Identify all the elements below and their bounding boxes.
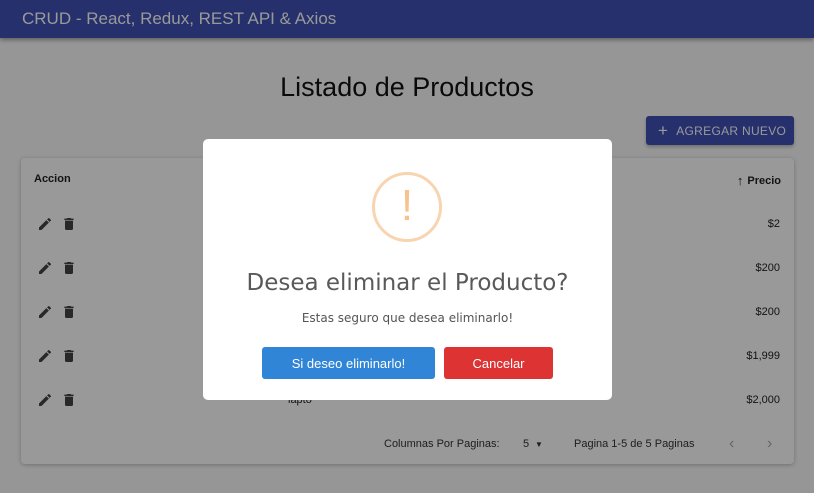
warning-icon: ! <box>372 172 442 242</box>
cancel-button[interactable]: Cancelar <box>444 347 553 379</box>
dialog-title: Desea eliminar el Producto? <box>246 270 569 296</box>
confirm-delete-dialog: ! Desea eliminar el Producto? Estas segu… <box>203 139 612 400</box>
dialog-text: Estas seguro que desea eliminarlo! <box>301 311 514 325</box>
confirm-delete-button[interactable]: Si deseo eliminarlo! <box>262 347 435 379</box>
